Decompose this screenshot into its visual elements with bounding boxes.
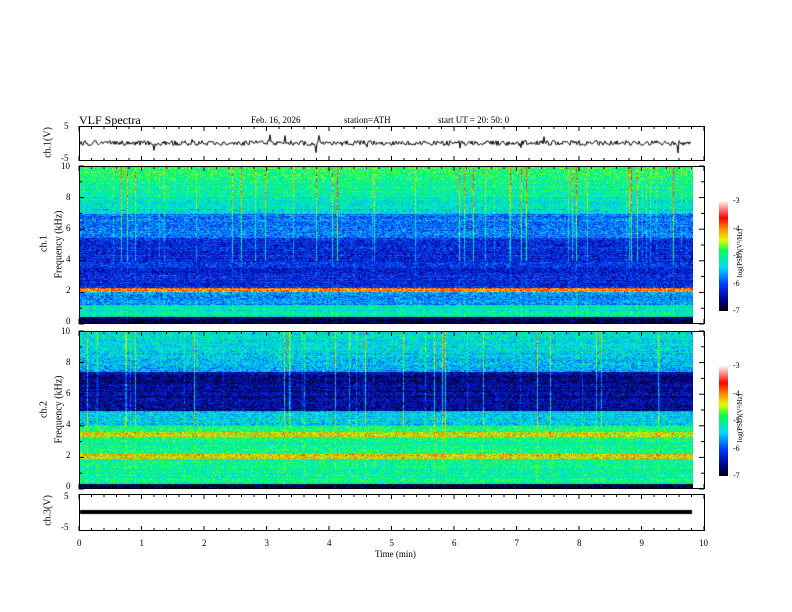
ch3-ytick: -5: [61, 522, 69, 532]
x-tick-label: 2: [202, 538, 207, 548]
x-tick-label: 5: [389, 538, 395, 548]
spectrogram-ytick: 8: [66, 357, 71, 367]
date-label: Feb. 16, 2026: [251, 115, 301, 125]
colorbar-ch2: [719, 366, 728, 476]
start-time-label: start UT = 20: 50: 0: [438, 115, 510, 125]
x-tick-label: 7: [514, 538, 520, 548]
spectrogram-ytick: 6: [66, 388, 71, 398]
colorbar-tick: -6: [733, 278, 740, 288]
colorbar-tick: -7: [733, 471, 740, 480]
spectrogram-ytick: 4: [66, 254, 71, 264]
x-tick-label: 6: [452, 538, 457, 548]
spectrogram-ytick: 10: [61, 161, 70, 171]
colorbar-tick: -3: [733, 361, 740, 370]
colorbar-tick: -7: [733, 306, 740, 315]
ch1-trace: [79, 126, 705, 161]
spectrogram-ytick: 10: [61, 326, 70, 336]
spectrogram-ytick: 0: [66, 481, 71, 491]
x-axis-label: Time (min): [375, 549, 416, 559]
station-label: station=ATH: [344, 115, 391, 125]
ch1-ytick: 5: [64, 121, 69, 131]
colorbar-tick: -3: [733, 196, 740, 205]
colorbar-tick: -5: [733, 251, 740, 260]
x-tick-label: 4: [327, 538, 332, 548]
spectrogram-ytick: 6: [66, 223, 71, 233]
s2-ylabel: Frequency (kHz): [53, 375, 65, 444]
ch3-ytick: 5: [64, 491, 69, 501]
colorbar-ch1: [719, 201, 728, 311]
spectrogram-ytick: 2: [66, 450, 71, 460]
ch1-ylabel: ch.1(V): [42, 127, 54, 158]
x-tick-label: 9: [639, 538, 645, 548]
spectrogram-ytick: 0: [66, 316, 71, 326]
ch1-spectrogram: [80, 167, 693, 323]
x-tick-label: 8: [577, 538, 582, 548]
ch3-ylabel: ch.3(V): [42, 495, 54, 526]
s2-ylabel-top: ch.2: [38, 401, 50, 418]
spectrogram-ytick: 8: [66, 192, 71, 202]
x-tick-label: 10: [699, 538, 708, 548]
colorbar-tick: -4: [733, 223, 740, 233]
s1-ylabel: Frequency (kHz): [53, 210, 65, 279]
spectrogram-ytick: 4: [66, 419, 71, 429]
x-tick-label: 0: [77, 538, 82, 548]
x-tick-label: 1: [139, 538, 145, 548]
ch3-trace: [79, 494, 705, 531]
colorbar-tick: -6: [733, 443, 740, 453]
s1-ylabel-top: ch.1: [38, 235, 50, 252]
colorbar-tick: -4: [733, 388, 740, 398]
colorbar-tick: -5: [733, 416, 740, 425]
ch2-spectrogram: [80, 332, 693, 488]
x-tick-label: 3: [264, 538, 270, 548]
spectrogram-ytick: 2: [66, 285, 71, 295]
